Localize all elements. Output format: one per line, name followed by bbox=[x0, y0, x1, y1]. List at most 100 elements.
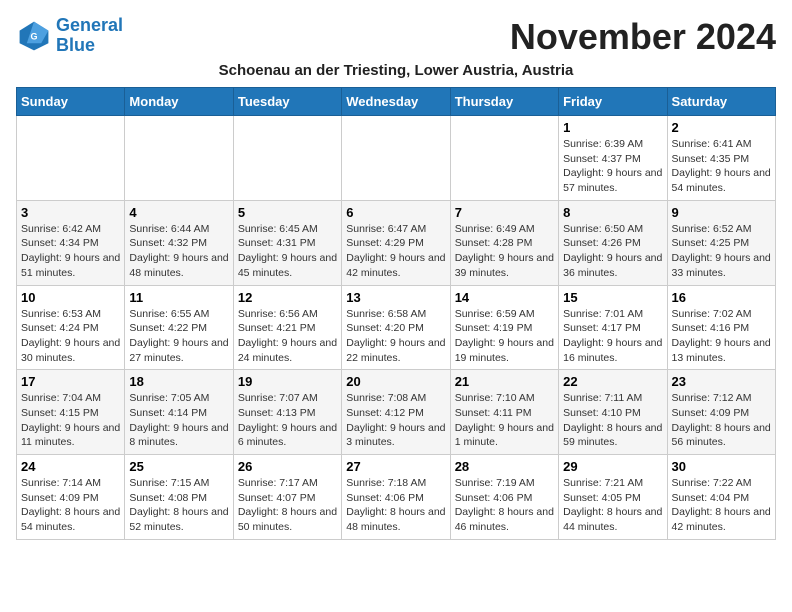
day-info: Sunrise: 6:59 AM Sunset: 4:19 PM Dayligh… bbox=[455, 307, 554, 366]
calendar-cell: 25 Sunrise: 7:15 AM Sunset: 4:08 PM Dayli… bbox=[125, 455, 233, 540]
weekday-header-cell: Saturday bbox=[667, 88, 775, 116]
day-info: Sunrise: 7:11 AM Sunset: 4:10 PM Dayligh… bbox=[563, 391, 662, 450]
calendar-cell: 1Sunrise: 6:39 AM Sunset: 4:37 PM Daylig… bbox=[559, 116, 667, 201]
calendar-cell: 19 Sunrise: 7:07 AM Sunset: 4:13 PM Dayli… bbox=[233, 370, 341, 455]
calendar-cell: 3 Sunrise: 6:42 AM Sunset: 4:34 PM Daylig… bbox=[17, 200, 125, 285]
day-info: Sunrise: 6:41 AM Sunset: 4:35 PM Dayligh… bbox=[672, 137, 771, 196]
calendar-cell: 13Sunrise: 6:58 AM Sunset: 4:20 PM Dayli… bbox=[342, 285, 450, 370]
header: G General Blue November 2024 bbox=[16, 16, 776, 58]
day-number: 29 bbox=[563, 459, 662, 474]
weekday-header-cell: Wednesday bbox=[342, 88, 450, 116]
day-number: 14 bbox=[455, 290, 554, 305]
calendar-body: 1Sunrise: 6:39 AM Sunset: 4:37 PM Daylig… bbox=[17, 116, 776, 540]
calendar-week-row: 3 Sunrise: 6:42 AM Sunset: 4:34 PM Daylig… bbox=[17, 200, 776, 285]
calendar-cell: 11 Sunrise: 6:55 AM Sunset: 4:22 PM Dayli… bbox=[125, 285, 233, 370]
calendar-cell bbox=[125, 116, 233, 201]
calendar-cell: 7 Sunrise: 6:49 AM Sunset: 4:28 PM Daylig… bbox=[450, 200, 558, 285]
calendar-cell: 20 Sunrise: 7:08 AM Sunset: 4:12 PM Dayli… bbox=[342, 370, 450, 455]
calendar-cell: 17 Sunrise: 7:04 AM Sunset: 4:15 PM Dayli… bbox=[17, 370, 125, 455]
day-number: 8 bbox=[563, 205, 662, 220]
calendar-cell: 28 Sunrise: 7:19 AM Sunset: 4:06 PM Dayli… bbox=[450, 455, 558, 540]
calendar-cell: 23Sunrise: 7:12 AM Sunset: 4:09 PM Dayli… bbox=[667, 370, 775, 455]
weekday-header-cell: Sunday bbox=[17, 88, 125, 116]
day-info: Sunrise: 7:10 AM Sunset: 4:11 PM Dayligh… bbox=[455, 391, 554, 450]
day-info: Sunrise: 7:05 AM Sunset: 4:14 PM Dayligh… bbox=[129, 391, 228, 450]
day-number: 28 bbox=[455, 459, 554, 474]
calendar-cell bbox=[450, 116, 558, 201]
day-info: Sunrise: 6:56 AM Sunset: 4:21 PM Dayligh… bbox=[238, 307, 337, 366]
day-number: 3 bbox=[21, 205, 120, 220]
calendar-cell: 15 Sunrise: 7:01 AM Sunset: 4:17 PM Dayli… bbox=[559, 285, 667, 370]
day-info: Sunrise: 7:18 AM Sunset: 4:06 PM Dayligh… bbox=[346, 476, 445, 535]
day-info: Sunrise: 6:44 AM Sunset: 4:32 PM Dayligh… bbox=[129, 222, 228, 281]
svg-text:G: G bbox=[30, 31, 37, 41]
calendar-cell: 30 Sunrise: 7:22 AM Sunset: 4:04 PM Dayli… bbox=[667, 455, 775, 540]
day-number: 6 bbox=[346, 205, 445, 220]
day-number: 19 bbox=[238, 374, 337, 389]
day-number: 30 bbox=[672, 459, 771, 474]
calendar-cell: 21 Sunrise: 7:10 AM Sunset: 4:11 PM Dayli… bbox=[450, 370, 558, 455]
day-info: Sunrise: 7:07 AM Sunset: 4:13 PM Dayligh… bbox=[238, 391, 337, 450]
day-info: Sunrise: 7:14 AM Sunset: 4:09 PM Dayligh… bbox=[21, 476, 120, 535]
calendar-table: SundayMondayTuesdayWednesdayThursdayFrid… bbox=[16, 87, 776, 540]
day-number: 25 bbox=[129, 459, 228, 474]
day-number: 20 bbox=[346, 374, 445, 389]
calendar-cell: 22 Sunrise: 7:11 AM Sunset: 4:10 PM Dayli… bbox=[559, 370, 667, 455]
day-number: 18 bbox=[129, 374, 228, 389]
month-title: November 2024 bbox=[510, 16, 776, 58]
day-info: Sunrise: 6:49 AM Sunset: 4:28 PM Dayligh… bbox=[455, 222, 554, 281]
day-number: 7 bbox=[455, 205, 554, 220]
day-number: 17 bbox=[21, 374, 120, 389]
day-info: Sunrise: 7:12 AM Sunset: 4:09 PM Dayligh… bbox=[672, 391, 771, 450]
day-number: 12 bbox=[238, 290, 337, 305]
calendar-cell: 2 Sunrise: 6:41 AM Sunset: 4:35 PM Daylig… bbox=[667, 116, 775, 201]
subtitle: Schoenau an der Triesting, Lower Austria… bbox=[16, 62, 776, 79]
day-info: Sunrise: 7:08 AM Sunset: 4:12 PM Dayligh… bbox=[346, 391, 445, 450]
calendar-cell bbox=[17, 116, 125, 201]
day-info: Sunrise: 6:45 AM Sunset: 4:31 PM Dayligh… bbox=[238, 222, 337, 281]
day-info: Sunrise: 7:02 AM Sunset: 4:16 PM Dayligh… bbox=[672, 307, 771, 366]
day-info: Sunrise: 6:55 AM Sunset: 4:22 PM Dayligh… bbox=[129, 307, 228, 366]
day-number: 27 bbox=[346, 459, 445, 474]
day-info: Sunrise: 6:47 AM Sunset: 4:29 PM Dayligh… bbox=[346, 222, 445, 281]
day-info: Sunrise: 6:39 AM Sunset: 4:37 PM Dayligh… bbox=[563, 137, 662, 196]
day-number: 16 bbox=[672, 290, 771, 305]
day-number: 21 bbox=[455, 374, 554, 389]
calendar-cell: 24 Sunrise: 7:14 AM Sunset: 4:09 PM Dayli… bbox=[17, 455, 125, 540]
day-number: 2 bbox=[672, 120, 771, 135]
calendar-week-row: 24 Sunrise: 7:14 AM Sunset: 4:09 PM Dayli… bbox=[17, 455, 776, 540]
day-number: 4 bbox=[129, 205, 228, 220]
calendar-cell: 29 Sunrise: 7:21 AM Sunset: 4:05 PM Dayli… bbox=[559, 455, 667, 540]
calendar-cell: 5Sunrise: 6:45 AM Sunset: 4:31 PM Daylig… bbox=[233, 200, 341, 285]
day-info: Sunrise: 6:42 AM Sunset: 4:34 PM Dayligh… bbox=[21, 222, 120, 281]
calendar-cell: 4 Sunrise: 6:44 AM Sunset: 4:32 PM Daylig… bbox=[125, 200, 233, 285]
day-number: 22 bbox=[563, 374, 662, 389]
day-info: Sunrise: 7:04 AM Sunset: 4:15 PM Dayligh… bbox=[21, 391, 120, 450]
day-info: Sunrise: 7:17 AM Sunset: 4:07 PM Dayligh… bbox=[238, 476, 337, 535]
day-info: Sunrise: 6:58 AM Sunset: 4:20 PM Dayligh… bbox=[346, 307, 445, 366]
day-info: Sunrise: 6:53 AM Sunset: 4:24 PM Dayligh… bbox=[21, 307, 120, 366]
logo: G General Blue bbox=[16, 16, 123, 56]
day-info: Sunrise: 7:22 AM Sunset: 4:04 PM Dayligh… bbox=[672, 476, 771, 535]
weekday-header-cell: Friday bbox=[559, 88, 667, 116]
day-number: 11 bbox=[129, 290, 228, 305]
weekday-header-cell: Tuesday bbox=[233, 88, 341, 116]
calendar-cell: 16 Sunrise: 7:02 AM Sunset: 4:16 PM Dayli… bbox=[667, 285, 775, 370]
calendar-cell: 12 Sunrise: 6:56 AM Sunset: 4:21 PM Dayli… bbox=[233, 285, 341, 370]
day-number: 15 bbox=[563, 290, 662, 305]
calendar-cell: 27 Sunrise: 7:18 AM Sunset: 4:06 PM Dayli… bbox=[342, 455, 450, 540]
calendar-cell bbox=[233, 116, 341, 201]
day-info: Sunrise: 7:01 AM Sunset: 4:17 PM Dayligh… bbox=[563, 307, 662, 366]
weekday-header-cell: Monday bbox=[125, 88, 233, 116]
calendar-cell: 26 Sunrise: 7:17 AM Sunset: 4:07 PM Dayli… bbox=[233, 455, 341, 540]
day-info: Sunrise: 6:52 AM Sunset: 4:25 PM Dayligh… bbox=[672, 222, 771, 281]
day-info: Sunrise: 7:15 AM Sunset: 4:08 PM Dayligh… bbox=[129, 476, 228, 535]
calendar-cell bbox=[342, 116, 450, 201]
calendar-week-row: 1Sunrise: 6:39 AM Sunset: 4:37 PM Daylig… bbox=[17, 116, 776, 201]
day-number: 9 bbox=[672, 205, 771, 220]
day-info: Sunrise: 7:19 AM Sunset: 4:06 PM Dayligh… bbox=[455, 476, 554, 535]
calendar-cell: 9 Sunrise: 6:52 AM Sunset: 4:25 PM Daylig… bbox=[667, 200, 775, 285]
day-info: Sunrise: 7:21 AM Sunset: 4:05 PM Dayligh… bbox=[563, 476, 662, 535]
day-number: 24 bbox=[21, 459, 120, 474]
day-number: 26 bbox=[238, 459, 337, 474]
